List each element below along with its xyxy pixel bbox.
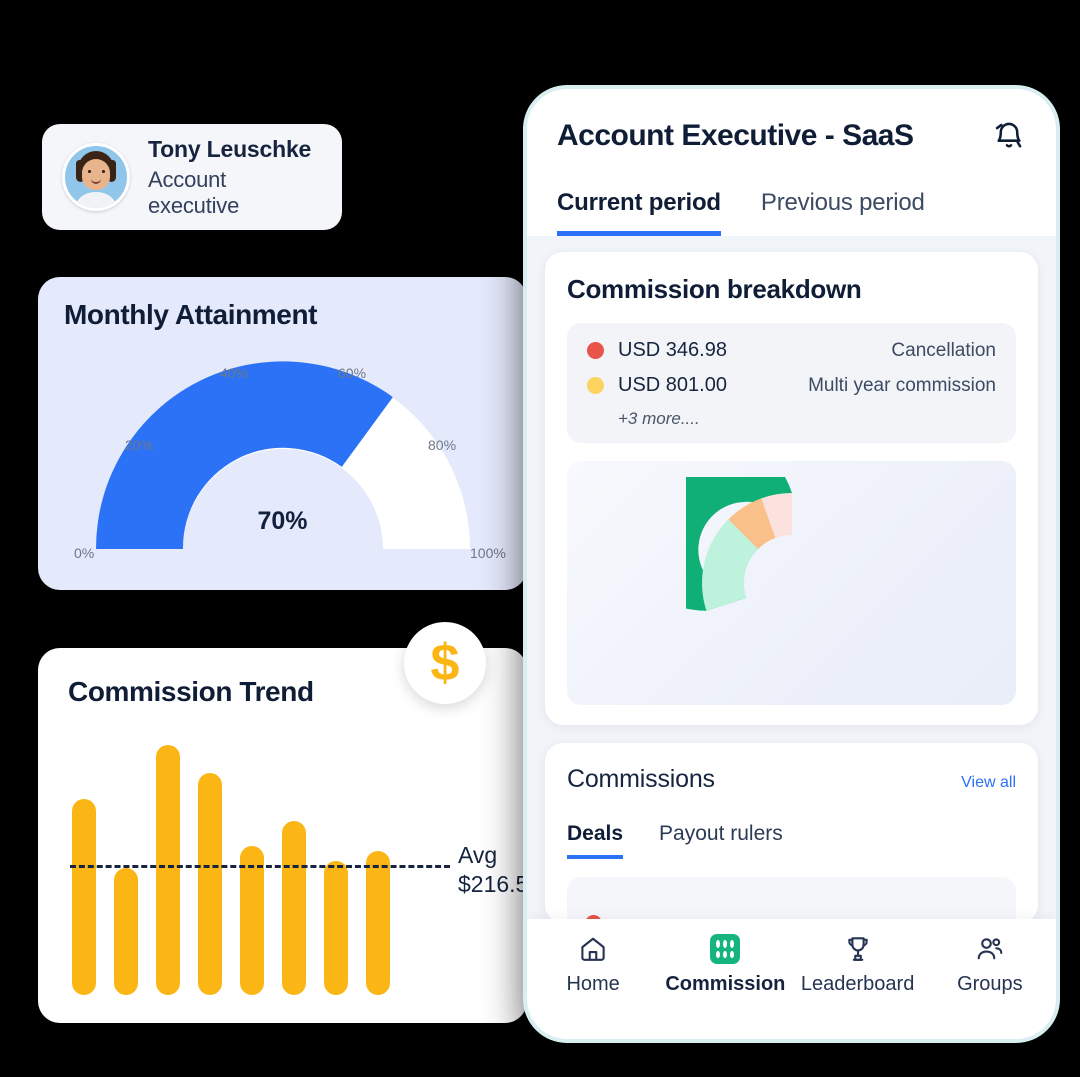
trend-bar	[198, 773, 222, 995]
commissions-title: Commissions	[567, 765, 715, 793]
commissions-tabs: Deals Payout rulers	[567, 822, 1016, 859]
page-title: Account Executive - SaaS	[557, 119, 914, 152]
nav-item-groups[interactable]: Groups	[924, 933, 1056, 996]
nav-item-leaderboard[interactable]: Leaderboard	[792, 933, 924, 996]
phone-screen: Account Executive - SaaS Current period …	[527, 89, 1056, 1039]
commission-trend-card: Commission Trend Avg $216.50	[38, 648, 541, 1023]
people-icon	[975, 933, 1005, 965]
profile-card[interactable]: Tony Leuschke Account executive	[42, 124, 342, 230]
breakdown-category: Cancellation	[891, 339, 996, 361]
phone-header: Account Executive - SaaS Current period …	[527, 89, 1056, 236]
gauge-value: 70%	[257, 507, 308, 535]
commission-list-item[interactable]	[567, 877, 1016, 932]
commissions-card: Commissions View all Deals Payout rulers	[545, 743, 1038, 932]
trend-bar	[114, 868, 138, 995]
dollar-icon: $	[404, 622, 486, 704]
phone-content: Commission breakdown USD 346.98 Cancella…	[527, 236, 1056, 932]
breakdown-row[interactable]: USD 346.98 Cancellation	[587, 339, 996, 362]
breakdown-list: USD 346.98 Cancellation USD 801.00 Multi…	[567, 323, 1016, 443]
status-dot-cancellation	[587, 342, 604, 359]
breakdown-row[interactable]: USD 801.00 Multi year commission	[587, 374, 996, 397]
nav-item-commission[interactable]: Commission	[659, 933, 791, 996]
nav-label-groups: Groups	[957, 973, 1023, 995]
tab-deals[interactable]: Deals	[567, 822, 624, 859]
gauge-svg	[95, 361, 470, 549]
trend-bar	[282, 821, 306, 995]
trend-bar	[366, 851, 390, 995]
nav-item-home[interactable]: Home	[527, 933, 659, 996]
tab-payout-rulers[interactable]: Payout rulers	[659, 822, 783, 859]
gauge-tick-20: 20%	[125, 437, 154, 453]
donut-svg	[685, 477, 792, 611]
nav-label-commission: Commission	[665, 973, 786, 995]
nav-label-home: Home	[566, 973, 620, 995]
gauge-tick-0: 0%	[74, 545, 95, 561]
screenshot-stage: Tony Leuschke Account executive Monthly …	[0, 0, 1080, 1077]
profile-name: Tony Leuschke	[148, 135, 312, 162]
attainment-gauge: 0% 20% 40% 60% 80% 100% 70%	[38, 349, 527, 579]
tab-previous-period[interactable]: Previous period	[761, 189, 925, 236]
home-icon	[578, 933, 608, 965]
trend-bar	[324, 861, 348, 995]
status-dot-multi-year	[587, 377, 604, 394]
attainment-title: Monthly Attainment	[64, 299, 318, 330]
bell-slash-icon[interactable]	[992, 119, 1026, 153]
gauge-tick-100: 100%	[470, 545, 506, 561]
nav-label-leaderboard: Leaderboard	[800, 973, 915, 995]
bottom-navigation: Home Commission Leaderboard Groups	[527, 919, 1056, 1039]
breakdown-title: Commission breakdown	[567, 274, 862, 304]
breakdown-amount: USD 801.00	[618, 374, 727, 396]
gauge-tick-40: 40%	[220, 365, 249, 381]
profile-text: Tony Leuschke Account executive	[148, 136, 322, 219]
breakdown-amount: USD 346.98	[618, 339, 727, 361]
trend-bar-chart: Avg $216.50	[38, 648, 541, 1023]
average-line	[70, 865, 450, 868]
commission-breakdown-card: Commission breakdown USD 346.98 Cancella…	[545, 252, 1038, 725]
trend-bar	[156, 745, 180, 995]
view-all-link[interactable]: View all	[961, 774, 1016, 792]
avatar	[62, 143, 130, 211]
profile-role: Account executive	[148, 166, 240, 218]
commissions-header: Commissions View all	[567, 765, 1016, 794]
trend-bar	[240, 846, 264, 995]
grid-dots-icon	[710, 933, 741, 965]
tab-current-period[interactable]: Current period	[557, 189, 721, 236]
trend-bar	[72, 799, 96, 995]
average-title: Avg	[458, 842, 498, 868]
commission-donut-chart	[567, 461, 1016, 705]
breakdown-more-link[interactable]: +3 more....	[618, 409, 996, 429]
phone-title-row: Account Executive - SaaS	[557, 119, 1026, 153]
trophy-icon	[843, 933, 873, 965]
gauge-tick-80: 80%	[428, 437, 457, 453]
gauge-tick-60: 60%	[338, 365, 367, 381]
phone-mockup: Account Executive - SaaS Current period …	[523, 85, 1060, 1043]
monthly-attainment-card: Monthly Attainment 0% 20% 40% 60% 80% 10…	[38, 277, 527, 590]
breakdown-category: Multi year commission	[808, 374, 996, 396]
period-tabs: Current period Previous period	[557, 189, 1026, 236]
